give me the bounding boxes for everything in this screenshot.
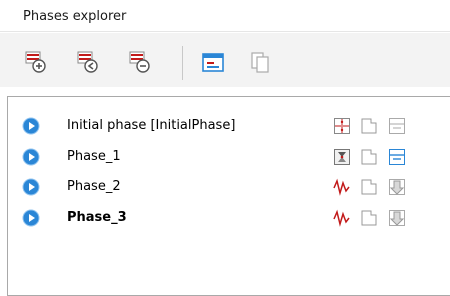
delete-phase-icon [129, 51, 150, 73]
toolbar-separator [182, 46, 183, 80]
phase-play-icon [22, 178, 40, 196]
title-bar: Phases explorer [0, 0, 450, 32]
phase-label: Phase_3 [67, 210, 127, 225]
phase-label: Phase_2 [67, 179, 121, 194]
phase-label: Initial phase [InitialPhase] [67, 118, 236, 133]
edit-phase-button[interactable] [201, 51, 225, 75]
phase-settings-icon[interactable] [360, 117, 378, 135]
phase-row-1[interactable]: Phase_1 [8, 144, 450, 170]
insert-phase-icon [77, 51, 98, 73]
phases-list: Initial phase [InitialPhase] Phase_1 Pha… [7, 96, 450, 296]
phase-play-icon [22, 209, 40, 227]
water-level-icon[interactable] [388, 148, 406, 166]
copy-phase-icon [251, 52, 269, 73]
edit-phase-icon [202, 53, 224, 72]
phase-play-icon [22, 148, 40, 166]
toolbar [0, 33, 450, 87]
phase-label: Phase_1 [67, 149, 121, 164]
pore-pressure-icon[interactable] [388, 178, 406, 196]
insert-phase-button[interactable] [76, 51, 100, 75]
plastic-calc-icon[interactable] [333, 148, 351, 166]
phase-play-icon [22, 117, 40, 135]
delete-phase-button[interactable] [128, 51, 152, 75]
phase-row-initial[interactable]: Initial phase [InitialPhase] [8, 113, 450, 139]
phase-settings-icon[interactable] [360, 148, 378, 166]
phase-row-3[interactable]: Phase_3 [8, 205, 450, 231]
panel-title: Phases explorer [23, 9, 127, 24]
phase-settings-icon[interactable] [360, 209, 378, 227]
copy-phase-button[interactable] [248, 51, 272, 75]
dynamic-calc-icon[interactable] [333, 209, 351, 227]
dynamic-calc-icon[interactable] [333, 178, 351, 196]
add-phase-button[interactable] [24, 51, 48, 75]
stress-point-icon[interactable] [333, 117, 351, 135]
add-phase-icon [25, 51, 46, 73]
pore-pressure-icon[interactable] [388, 209, 406, 227]
phase-row-2[interactable]: Phase_2 [8, 174, 450, 200]
phase-settings-icon[interactable] [360, 178, 378, 196]
water-level-icon[interactable] [388, 117, 406, 135]
